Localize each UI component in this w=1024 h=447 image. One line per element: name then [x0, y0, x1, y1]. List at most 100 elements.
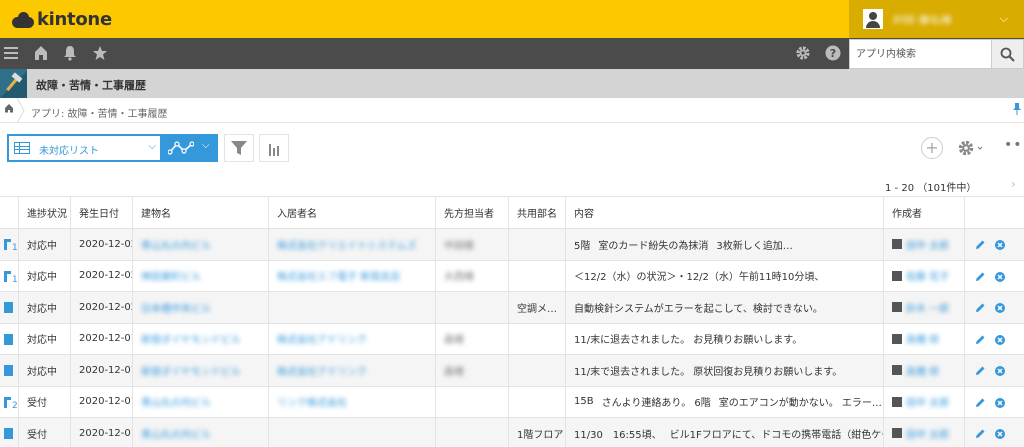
- creator-name[interactable]: 田中 太郎: [906, 237, 949, 252]
- breadcrumb-app-link[interactable]: アプリ: 故障・苦情・工事履歴: [31, 105, 168, 120]
- content-cell: 11/末に退去されました。 お見積りお願いします。: [566, 323, 884, 354]
- table-row[interactable]: 対応中 2020-12-01 新宿ダイヤモンドビル 株式会社アドリンク 森様 1…: [0, 323, 1024, 355]
- content-text-a: 自動検針システムがエラーを起こして、検討できない。: [574, 303, 823, 315]
- creator-name[interactable]: 高橋 修: [906, 363, 939, 378]
- user-menu[interactable]: 村田 康弘様 ⌵: [849, 0, 1024, 38]
- contact-cell: [436, 418, 509, 447]
- edit-pencil-icon[interactable]: [975, 365, 986, 379]
- user-icon: [892, 239, 902, 250]
- creator-name[interactable]: 高橋 修: [906, 331, 939, 346]
- building-name[interactable]: 新宿ダイヤモンドビル: [141, 363, 241, 378]
- column-header[interactable]: 進捗状況: [19, 197, 71, 228]
- building-name[interactable]: 青山丸の内ビル: [141, 426, 211, 441]
- record-detail-cell[interactable]: [0, 418, 19, 447]
- table-row[interactable]: 2 受付 2020-12-01 青山丸の内ビル リンク株式会社 15B さんより…: [0, 386, 1024, 418]
- delete-icon[interactable]: [995, 240, 1005, 250]
- creator-cell: 田中 太郎: [884, 229, 965, 260]
- tenant-name[interactable]: 株式会社アドリンク: [277, 331, 367, 346]
- table-row[interactable]: 1 対応中 2020-12-02 青山丸の内ビル 株式会社クリエイトシステムズ …: [0, 229, 1024, 261]
- kintone-logo[interactable]: kintone: [12, 9, 112, 30]
- record-detail-cell[interactable]: 1: [0, 229, 19, 260]
- portal-home-icon[interactable]: [33, 45, 49, 64]
- column-header[interactable]: 建物名: [133, 197, 269, 228]
- table-row[interactable]: 対応中 2020-12-02 日本橋中央ビル 空調メ… 自動検針システムがエラー…: [0, 292, 1024, 324]
- view-selector[interactable]: 未対応リスト ⌵: [7, 134, 162, 162]
- favorites-star-icon[interactable]: [92, 45, 108, 64]
- search-button[interactable]: [992, 39, 1024, 69]
- document-icon: [4, 302, 13, 313]
- building-name[interactable]: 日本橋中央ビル: [141, 300, 211, 315]
- delete-icon[interactable]: [995, 271, 1005, 282]
- record-detail-cell[interactable]: 2: [0, 386, 19, 417]
- delete-icon[interactable]: [995, 303, 1005, 313]
- creator-cell: 高橋 修: [884, 355, 965, 386]
- filter-button[interactable]: [224, 134, 254, 162]
- contact-cell: [436, 386, 509, 417]
- add-record-button[interactable]: +: [921, 137, 943, 159]
- delete-icon[interactable]: [995, 334, 1005, 345]
- creator-name[interactable]: 田中 太郎: [906, 426, 949, 441]
- home-icon[interactable]: [4, 103, 14, 116]
- edit-pencil-icon[interactable]: [975, 271, 986, 285]
- column-header[interactable]: 作成者: [884, 197, 965, 228]
- content-cell: 11/30 16:55頃、 ビル1Fフロアにて、ドコモの携帯電話（紺色ケース…: [566, 418, 884, 447]
- edit-pencil-icon[interactable]: [975, 302, 986, 316]
- status-cell: 受付: [19, 418, 71, 447]
- table-header: 進捗状況 発生日付 建物名 入居者名 先方担当者 共用部名 内容 作成者: [0, 196, 1024, 229]
- thread-count: 1: [12, 243, 18, 253]
- creator-name[interactable]: 田中 太郎: [906, 394, 949, 409]
- settings-gear-icon[interactable]: [795, 45, 811, 64]
- column-header[interactable]: 入居者名: [269, 197, 436, 228]
- notification-bell-icon[interactable]: [62, 45, 78, 64]
- edit-pencil-icon[interactable]: [975, 428, 986, 442]
- tenant-name[interactable]: リンク株式会社: [277, 394, 347, 409]
- tenant-cell: [269, 418, 436, 447]
- header-icon-col: [0, 197, 19, 228]
- record-detail-cell[interactable]: [0, 292, 19, 323]
- table-row[interactable]: 受付 2020-12-01 青山丸の内ビル 1階フロア 11/30 16:55頃…: [0, 418, 1024, 447]
- content-cell: ＜12/2（水）の状況＞・12/2（水）午前11時10分頃、: [566, 260, 884, 291]
- column-header[interactable]: 共用部名: [509, 197, 566, 228]
- app-search-input[interactable]: [850, 40, 991, 68]
- tenant-name[interactable]: 株式会社エフ電子 新宿支店: [277, 268, 400, 283]
- edit-pencil-icon[interactable]: [975, 397, 986, 411]
- contact-cell: 大西様: [436, 260, 509, 291]
- next-page-icon[interactable]: ›: [1011, 177, 1016, 191]
- help-icon[interactable]: ?: [825, 45, 841, 64]
- edit-pencil-icon[interactable]: [975, 334, 986, 348]
- tenant-name[interactable]: 株式会社アドリンク: [277, 363, 367, 378]
- building-name[interactable]: 神田東町ビル: [141, 268, 201, 283]
- common-area-cell: 1階フロア: [509, 418, 566, 447]
- table-row[interactable]: 1 対応中 2020-12-02 神田東町ビル 株式会社エフ電子 新宿支店 大西…: [0, 260, 1024, 292]
- pin-icon[interactable]: [1012, 103, 1022, 118]
- building-name[interactable]: 青山丸の内ビル: [141, 394, 211, 409]
- creator-name[interactable]: 鈴木 一郎: [906, 300, 949, 315]
- column-header[interactable]: 先方担当者: [436, 197, 509, 228]
- table-row[interactable]: 対応中 2020-12-01 新宿ダイヤモンドビル 株式会社アドリンク 森様 1…: [0, 355, 1024, 387]
- record-detail-cell[interactable]: [0, 323, 19, 354]
- app-search[interactable]: [849, 39, 992, 69]
- graph-button[interactable]: ⌵: [162, 134, 218, 162]
- more-options-icon[interactable]: •••: [1004, 138, 1024, 152]
- menu-icon[interactable]: [4, 46, 18, 60]
- edit-pencil-icon[interactable]: [975, 239, 986, 253]
- tenant-name[interactable]: 株式会社クリエイトシステムズ: [277, 237, 417, 252]
- column-header[interactable]: 内容: [566, 197, 884, 228]
- delete-icon[interactable]: [995, 366, 1005, 376]
- content-cell: 15B さんより連絡あり。 6階 室のエアコンが動かない。 エラー…: [566, 386, 884, 417]
- chevron-down-icon: ⌵: [148, 141, 156, 152]
- record-detail-cell[interactable]: 1: [0, 260, 19, 291]
- building-cell: 新宿ダイヤモンドビル: [133, 355, 269, 386]
- delete-icon[interactable]: [995, 397, 1005, 408]
- column-header[interactable]: 発生日付: [71, 197, 133, 228]
- record-detail-cell[interactable]: [0, 355, 19, 386]
- date-cell: 2020-12-02: [71, 229, 133, 260]
- building-name[interactable]: 青山丸の内ビル: [141, 237, 211, 252]
- tenant-cell: リンク株式会社: [269, 386, 436, 417]
- building-name[interactable]: 新宿ダイヤモンドビル: [141, 331, 241, 346]
- user-name: 村田 康弘様: [893, 14, 952, 24]
- aggregate-button[interactable]: [259, 134, 289, 162]
- creator-name[interactable]: 佐藤 花子: [906, 268, 949, 283]
- delete-icon[interactable]: [995, 429, 1005, 439]
- app-settings-gear-icon[interactable]: [958, 139, 986, 160]
